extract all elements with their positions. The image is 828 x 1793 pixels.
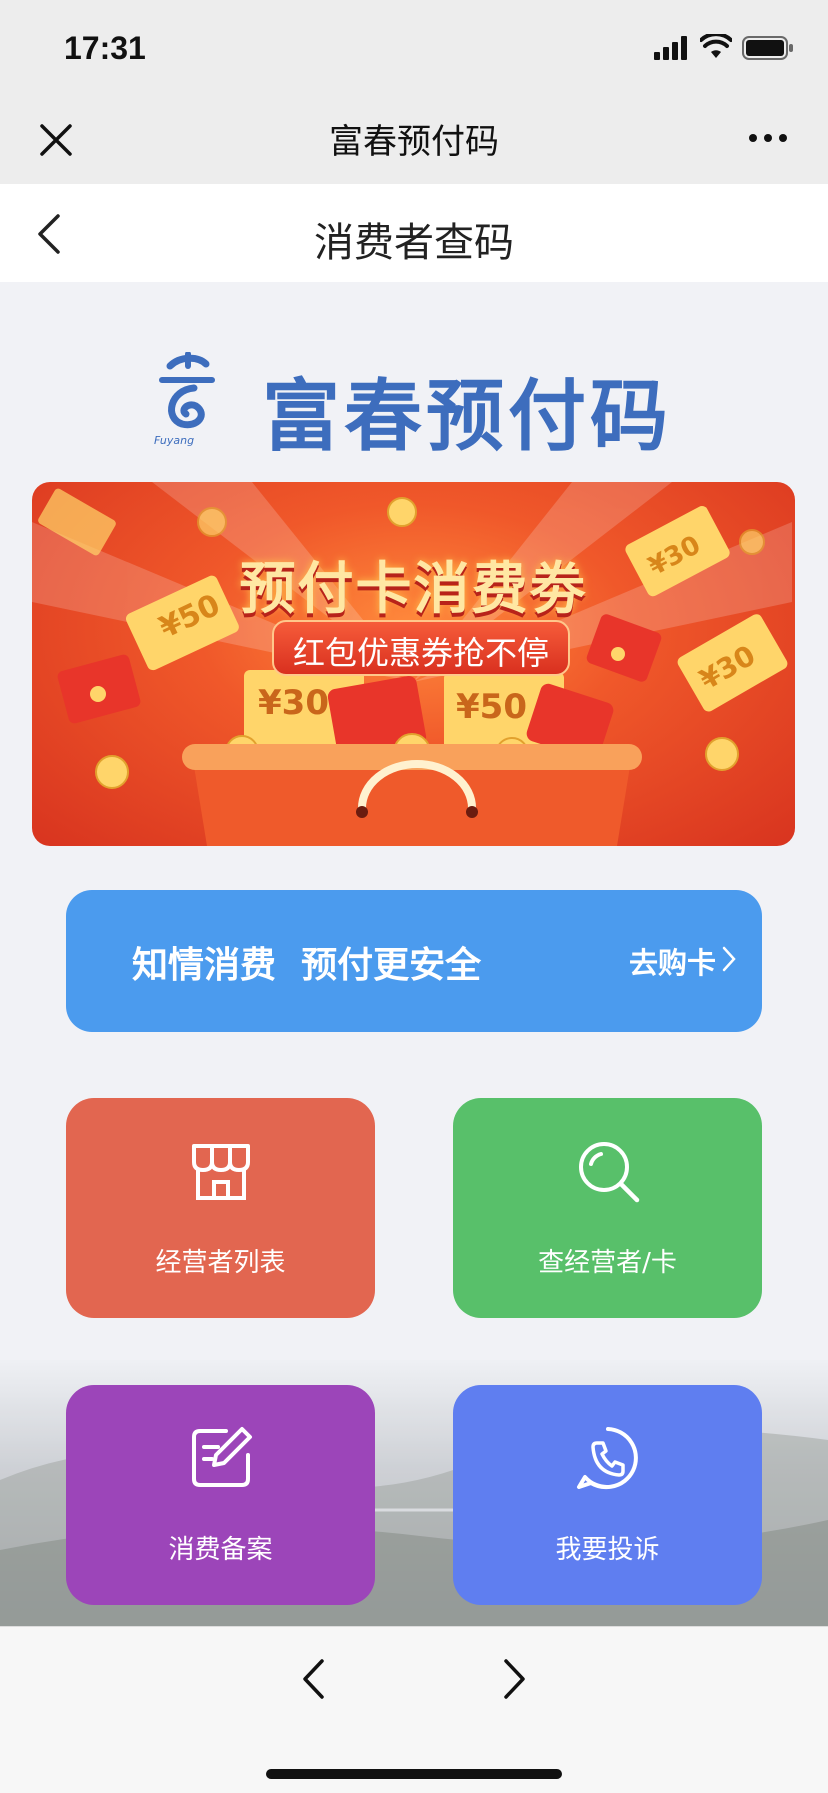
more-icon[interactable] [748, 132, 788, 144]
buy-card-bar[interactable]: 知情消费 预付更安全 去购卡 [66, 890, 762, 1032]
buy-card-label: 去购卡 [628, 946, 716, 980]
wifi-icon [700, 34, 732, 58]
brand-logo: Fuyang 富春预付码 [150, 352, 690, 462]
phone-icon [577, 1427, 638, 1490]
svg-text:¥30: ¥30 [258, 683, 329, 723]
logo-text: 富春预付码 [262, 371, 673, 462]
store-icon [192, 1144, 250, 1200]
tile-operator-list[interactable]: 经营者列表 [66, 1098, 375, 1318]
chevron-right-icon [722, 946, 736, 972]
edit-icon [192, 1427, 252, 1487]
cellular-signal-icon [654, 36, 687, 60]
svg-text:Fuyang: Fuyang [154, 434, 194, 447]
banner-title: 预付卡消费劵 [239, 557, 588, 622]
tile-consumption-record[interactable]: 消费备案 [66, 1385, 375, 1605]
banner-subtitle-pill: 红包优惠券抢不停 [272, 620, 570, 676]
tile-label: 消费备案 [168, 1535, 273, 1565]
buy-card-link[interactable]: 去购卡 [629, 940, 716, 982]
nav-bar: 富春预付码 [0, 96, 828, 184]
home-indicator [266, 1769, 562, 1779]
promo-banner[interactable]: ¥50 ¥30 ¥30 ¥30 ¥50 预付卡消费劵 红包优惠券抢不停 [32, 482, 795, 846]
status-bar: 17:31 [0, 0, 828, 96]
svg-text:¥50: ¥50 [456, 687, 527, 727]
search-icon [579, 1142, 640, 1203]
tile-label: 经营者列表 [155, 1248, 286, 1278]
tile-label: 我要投诉 [555, 1535, 660, 1565]
banner-subtitle: 红包优惠券抢不停 [292, 634, 549, 672]
status-time: 17:31 [64, 30, 146, 66]
page-title: 消费者查码 [314, 220, 514, 266]
safety-slogan: 知情消费 预付更安全 [132, 945, 482, 986]
tile-search-operator[interactable]: 查经营者/卡 [453, 1098, 762, 1318]
bottom-toolbar [0, 1626, 828, 1793]
battery-icon [742, 36, 793, 60]
logo-emblem-icon: Fuyang [154, 352, 215, 447]
page-header: 消费者查码 [0, 184, 828, 282]
chevron-right-icon[interactable] [502, 1657, 528, 1701]
tile-label: 查经营者/卡 [538, 1248, 677, 1278]
nav-title: 富春预付码 [329, 122, 499, 162]
chevron-left-icon[interactable] [300, 1657, 326, 1701]
coupon-ticket: ¥30 [677, 614, 788, 712]
tile-complaint[interactable]: 我要投诉 [453, 1385, 762, 1605]
